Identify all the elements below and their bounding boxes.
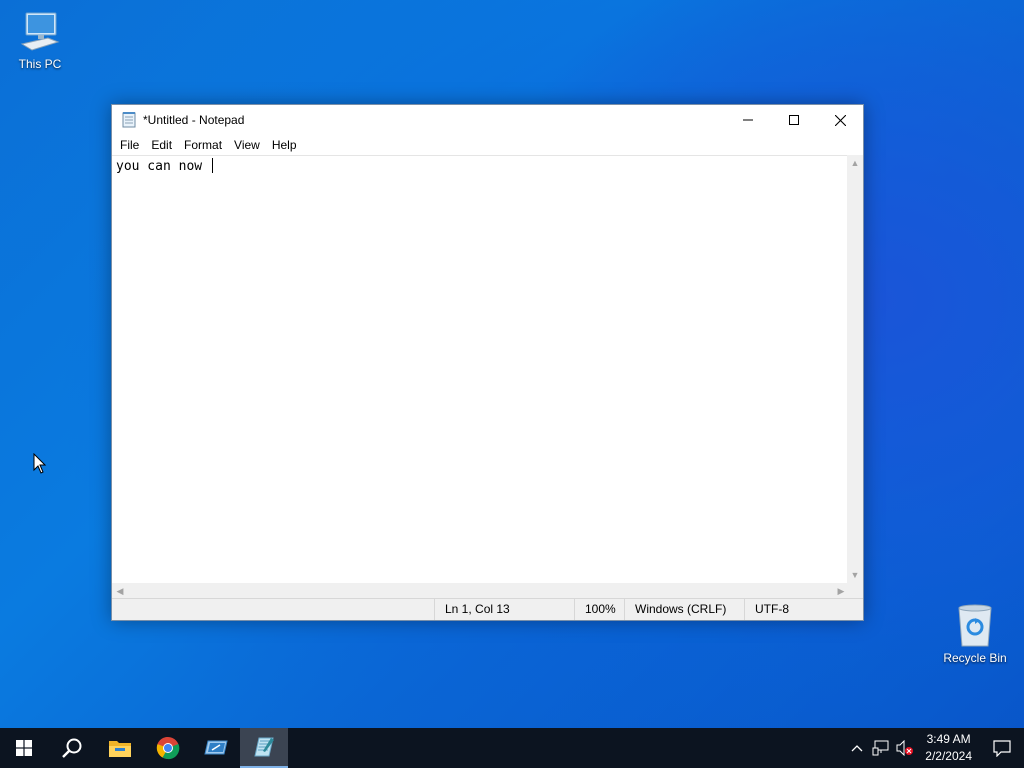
computer-icon xyxy=(20,12,60,51)
window-title: *Untitled - Notepad xyxy=(143,113,245,127)
status-position: Ln 1, Col 13 xyxy=(434,599,574,620)
menu-edit[interactable]: Edit xyxy=(145,138,178,152)
clock-time: 3:49 AM xyxy=(926,732,971,746)
menu-view[interactable]: View xyxy=(228,138,266,152)
scroll-left-icon[interactable]: ◀ xyxy=(112,583,128,599)
status-bar: Ln 1, Col 13 100% Windows (CRLF) UTF-8 xyxy=(112,598,863,620)
scroll-corner xyxy=(847,583,863,599)
network-icon xyxy=(872,740,889,756)
mouse-pointer-icon xyxy=(33,453,47,474)
chevron-up-icon xyxy=(851,745,863,752)
maximize-button[interactable] xyxy=(771,105,817,135)
windows-logo-icon xyxy=(16,740,32,756)
minimize-button[interactable] xyxy=(725,105,771,135)
menu-help[interactable]: Help xyxy=(266,138,303,152)
title-bar[interactable]: *Untitled - Notepad xyxy=(112,105,863,135)
desktop-icon-this-pc[interactable]: This PC xyxy=(0,10,80,71)
maximize-icon xyxy=(789,115,799,125)
recycle-bin-icon xyxy=(958,604,992,647)
status-encoding: UTF-8 xyxy=(744,599,848,620)
tray-overflow-button[interactable] xyxy=(845,728,869,768)
horizontal-scrollbar[interactable]: ◀ ▶ xyxy=(112,583,849,599)
scroll-down-icon[interactable]: ▼ xyxy=(847,567,863,583)
tray-network[interactable] xyxy=(869,728,893,768)
notepad-window[interactable]: *Untitled - Notepad File Edit Format Vie… xyxy=(111,104,864,621)
recycle-bin-label: Recycle Bin xyxy=(943,651,1007,665)
volume-muted-icon xyxy=(896,740,914,756)
menu-bar: File Edit Format View Help xyxy=(112,135,863,155)
start-button[interactable] xyxy=(0,728,48,768)
search-button[interactable] xyxy=(48,728,96,768)
action-center-button[interactable] xyxy=(980,728,1024,768)
system-tray: 3:49 AM 2/2/2024 xyxy=(845,728,1024,768)
status-line-endings: Windows (CRLF) xyxy=(624,599,744,620)
menu-format[interactable]: Format xyxy=(178,138,228,152)
close-button[interactable] xyxy=(817,105,863,135)
taskbar: 3:49 AM 2/2/2024 xyxy=(0,728,1024,768)
close-icon xyxy=(834,114,846,126)
chrome-icon xyxy=(156,736,180,760)
taskbar-chrome[interactable] xyxy=(144,728,192,768)
tray-volume[interactable] xyxy=(893,728,917,768)
clock-date: 2/2/2024 xyxy=(925,749,972,763)
taskbar-notepad[interactable] xyxy=(240,728,288,768)
remote-desktop-icon xyxy=(204,740,228,755)
menu-file[interactable]: File xyxy=(114,138,145,152)
this-pc-label: This PC xyxy=(18,57,62,71)
text-caret xyxy=(211,158,213,173)
status-zoom: 100% xyxy=(574,599,624,620)
taskbar-remote-desktop[interactable] xyxy=(192,728,240,768)
desktop-icon-recycle-bin[interactable]: Recycle Bin xyxy=(935,602,1015,665)
scroll-up-icon[interactable]: ▲ xyxy=(847,155,863,171)
minimize-icon xyxy=(743,119,753,121)
vertical-scrollbar[interactable]: ▲ ▼ xyxy=(847,155,863,583)
notepad-icon xyxy=(254,737,274,757)
search-icon xyxy=(62,738,82,758)
taskbar-file-explorer[interactable] xyxy=(96,728,144,768)
taskbar-clock[interactable]: 3:49 AM 2/2/2024 xyxy=(917,731,980,765)
folder-icon xyxy=(109,741,131,757)
notification-icon xyxy=(993,739,1011,757)
text-editor[interactable]: you can now xyxy=(112,155,849,583)
notepad-icon xyxy=(122,112,136,128)
editor-text: you can now xyxy=(116,159,210,174)
